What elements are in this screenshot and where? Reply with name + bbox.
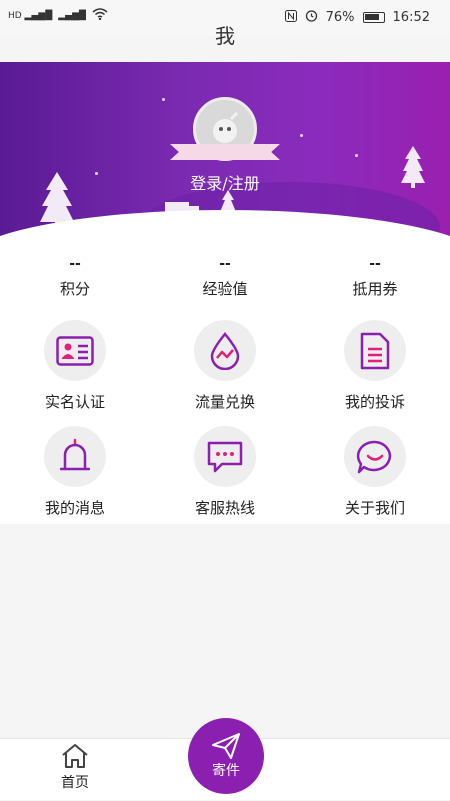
battery-percent: 76% <box>325 10 355 25</box>
paper-plane-icon <box>212 733 240 759</box>
status-indicators: HD ▂▄▆█ ▂▄▆█ <box>8 8 108 23</box>
home-icon <box>62 744 88 768</box>
droplet-icon <box>210 331 240 370</box>
battery-icon <box>362 12 385 23</box>
user-placeholder-icon <box>213 111 239 143</box>
id-card-icon <box>56 335 94 366</box>
grid-item-label: 关于我们 <box>344 499 405 517</box>
stat-value: -- <box>369 256 381 272</box>
bell-icon <box>60 438 90 470</box>
signal-icon: HD ▂▄▆█ <box>8 10 53 21</box>
chat-bubble-icon <box>207 441 243 472</box>
stats-row: -- 积分 -- 经验值 -- 抵用券 <box>0 250 450 302</box>
stat-label: 抵用券 <box>352 280 398 298</box>
grid-item-about[interactable]: 关于我们 <box>300 408 450 518</box>
stat-value: -- <box>219 256 231 272</box>
login-register-link[interactable]: 登录/注册 <box>0 170 450 194</box>
grid-item-messages[interactable]: 我的消息 <box>0 408 150 518</box>
stat-vouchers[interactable]: -- 抵用券 <box>300 250 450 302</box>
grid-item-label: 客服热线 <box>194 499 255 517</box>
send-package-label: 寄件 <box>212 763 240 779</box>
nfc-icon <box>284 9 297 26</box>
document-icon <box>360 332 390 369</box>
grid-item-label: 我的消息 <box>44 499 105 517</box>
avatar-ribbon <box>170 144 280 160</box>
profile-header: 登录/注册 <box>0 62 450 250</box>
status-bar: HD ▂▄▆█ ▂▄▆█ 76% 16:52 <box>0 0 450 36</box>
stat-points[interactable]: -- 积分 <box>0 250 150 302</box>
star-decoration <box>300 134 303 137</box>
star-decoration <box>355 154 358 157</box>
stat-value: -- <box>69 256 81 272</box>
smile-bubble-icon <box>356 440 392 473</box>
status-right: 76% 16:52 <box>284 9 430 26</box>
signal-icon-2: ▂▄▆█ <box>58 10 86 21</box>
nav-home[interactable]: 首页 <box>45 739 105 801</box>
grid-item-hotline[interactable]: 客服热线 <box>150 408 300 518</box>
clock: 16:52 <box>392 10 430 25</box>
grid-item-verification[interactable]: 实名认证 <box>0 302 150 412</box>
stat-label: 积分 <box>59 280 90 298</box>
alarm-icon <box>305 9 318 26</box>
grid-item-complaints[interactable]: 我的投诉 <box>300 302 450 412</box>
star-decoration <box>162 98 165 101</box>
stat-experience[interactable]: -- 经验值 <box>150 250 300 302</box>
grid-item-data-exchange[interactable]: 流量兑换 <box>150 302 300 412</box>
feature-grid: 实名认证 流量兑换 我的投诉 我的消息 客服热线 关于我们 <box>0 302 450 524</box>
stat-label: 经验值 <box>202 280 248 298</box>
wifi-icon <box>92 8 108 23</box>
send-package-button[interactable]: 寄件 <box>188 718 264 794</box>
nav-home-label: 首页 <box>61 775 89 791</box>
